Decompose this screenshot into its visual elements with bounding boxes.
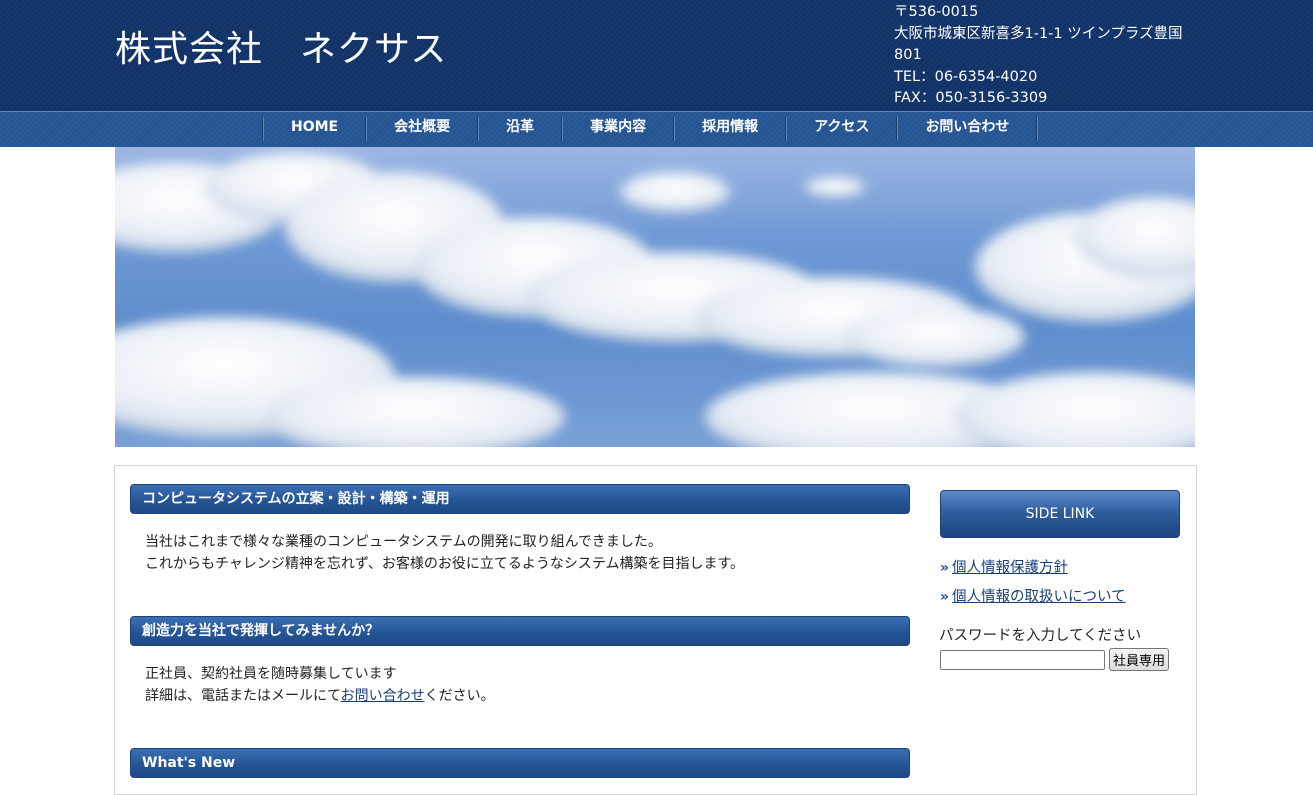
section-heading-whats-new: What's New	[130, 748, 910, 778]
double-chevron-right-icon: »	[940, 560, 950, 576]
nav-items: HOME 会社概要 沿革 事業内容 採用情報 アクセス お問い合わせ	[262, 112, 1039, 147]
nav-item-company[interactable]: 会社概要	[367, 112, 477, 147]
section-recruit-text: 正社員、契約社員を随時募集しています 詳細は、電話またはメールにてお問い合わせく…	[145, 663, 495, 707]
section-heading-system-development: コンピュータシステムの立案・設計・構築・運用	[130, 484, 910, 514]
double-chevron-right-icon: »	[940, 589, 950, 605]
nav-item-home[interactable]: HOME	[264, 112, 365, 147]
site-title[interactable]: 株式会社 ネクサス	[115, 20, 447, 72]
staff-only-button[interactable]: 社員専用	[1109, 648, 1170, 671]
address-room: 801	[894, 47, 922, 63]
password-input[interactable]	[940, 650, 1105, 670]
side-link-heading: SIDE LINK	[940, 490, 1180, 538]
contact-link[interactable]: お問い合わせ	[341, 688, 425, 704]
nav-item-recruit[interactable]: 採用情報	[675, 112, 785, 147]
section-system-development-text: 当社はこれまで様々な業種のコンピュータシステムの開発に取り組んできました。 これ…	[145, 531, 744, 575]
paragraph-line: 正社員、契約社員を随時募集しています	[145, 666, 397, 682]
cloud-illustration	[115, 152, 1195, 447]
company-address: 〒536-0015 大阪市城東区新喜多1-1-1 ツインプラズ豊国 801 TE…	[894, 2, 1204, 110]
address-street: 大阪市城東区新喜多1-1-1 ツインプラズ豊国	[894, 25, 1183, 42]
address-tel: TEL：06-6354-4020	[894, 68, 1038, 85]
text-prefix: 詳細は、電話またはメールにて	[145, 688, 341, 704]
address-fax: FAX：050-3156-3309	[894, 90, 1048, 106]
site-header: 株式会社 ネクサス 〒536-0015 大阪市城東区新喜多1-1-1 ツインプラ…	[0, 0, 1313, 111]
side-link-personal-info-handling[interactable]: » 個人情報の取扱いについて	[940, 585, 1126, 606]
side-link-privacy-policy[interactable]: » 個人情報保護方針	[940, 556, 1068, 577]
nav-divider	[1036, 117, 1039, 141]
password-label: パスワードを入力してください	[939, 628, 1142, 644]
section-heading-recruit: 創造力を当社で発揮してみませんか？	[130, 616, 910, 646]
nav-item-history[interactable]: 沿革	[479, 112, 561, 147]
side-link-label[interactable]: 個人情報の取扱いについて	[952, 589, 1126, 605]
hero-sky-image	[115, 147, 1195, 447]
global-nav: HOME 会社概要 沿革 事業内容 採用情報 アクセス お問い合わせ	[0, 111, 1313, 147]
paragraph-line: 当社はこれまで様々な業種のコンピュータシステムの開発に取り組んできました。	[145, 534, 662, 550]
address-postal: 〒536-0015	[894, 4, 979, 20]
nav-item-business[interactable]: 事業内容	[563, 112, 673, 147]
side-link-label[interactable]: 個人情報保護方針	[952, 560, 1068, 576]
paragraph-line: 詳細は、電話またはメールにてお問い合わせください。	[145, 685, 495, 707]
paragraph-line: これからもチャレンジ精神を忘れず、お客様のお役に立てるようなシステム構築を目指し…	[145, 556, 745, 572]
text-suffix: ください。	[424, 688, 495, 704]
nav-item-contact[interactable]: お問い合わせ	[898, 112, 1036, 147]
nav-item-access[interactable]: アクセス	[787, 112, 896, 147]
